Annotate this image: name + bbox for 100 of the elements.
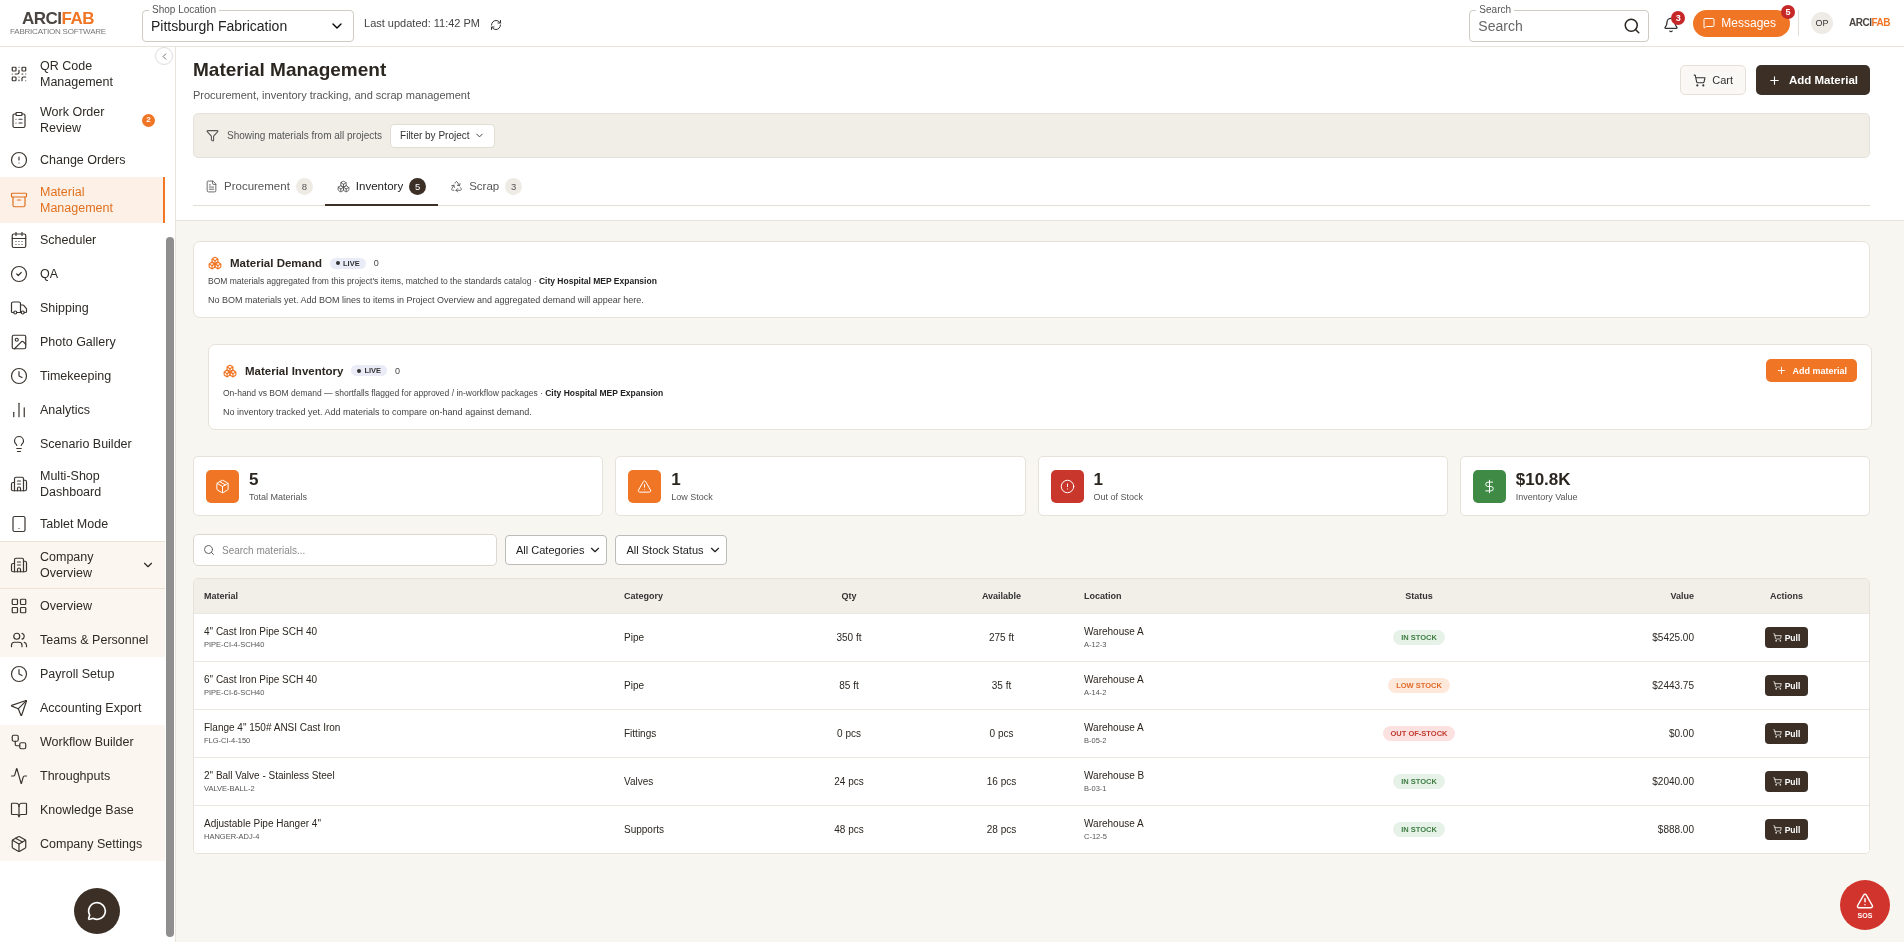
card-title: Material Inventory [245, 364, 344, 377]
sidebar-item[interactable]: Overview [0, 589, 165, 623]
boxes-icon [336, 179, 350, 193]
sidebar-item[interactable]: QR Code Management [0, 51, 165, 97]
stat-label: Low Stock [671, 492, 713, 502]
logo: ARCIFAB FABRICATION SOFTWARE [10, 10, 106, 36]
sidebar-item[interactable]: Scenario Builder [0, 427, 165, 461]
notifications-button[interactable]: 3 [1661, 11, 1686, 35]
stock-status-select[interactable]: All Stock Status [615, 535, 727, 565]
bell-icon [1663, 17, 1680, 33]
field-label: Shop Location [149, 4, 219, 16]
location-name: Warehouse A [1084, 818, 1144, 829]
book-icon [10, 801, 28, 819]
sidebar-item[interactable]: Change Orders [0, 143, 165, 177]
sidebar-item[interactable]: Tablet Mode [0, 507, 165, 541]
scrollbar[interactable] [166, 237, 174, 937]
tab[interactable]: Scrap 3 [438, 168, 535, 206]
sidebar-item[interactable]: Teams & Personnel [0, 623, 165, 657]
sidebar-item[interactable]: Payroll Setup [0, 657, 165, 691]
pull-button[interactable]: Pull [1764, 771, 1809, 792]
value-cell: $888.00 [1657, 824, 1694, 835]
empty-message: No inventory tracked yet. Add materials to compare on-hand against demand. [223, 407, 533, 417]
pull-button[interactable]: Pull [1764, 627, 1809, 648]
stat-value: 5 [249, 470, 260, 490]
stat-label: Total Materials [249, 492, 308, 502]
count-badge: 2 [142, 113, 155, 127]
clock-icon [10, 665, 28, 683]
available-cell: 16 pcs [986, 776, 1017, 787]
category-cell: Pipe [624, 632, 644, 643]
sidebar-item[interactable]: Analytics [0, 393, 165, 427]
cart-button[interactable]: Cart [1680, 65, 1746, 95]
column-header: Qty [840, 591, 858, 601]
sidebar-item[interactable]: Timekeeping [0, 359, 165, 393]
column-header: Actions [1769, 591, 1804, 601]
stat-label: Out of Stock [1093, 492, 1144, 502]
message-icon [1703, 17, 1716, 29]
value-cell: $2040.00 [1652, 776, 1694, 787]
qty-cell: 85 ft [839, 680, 859, 691]
sidebar-item[interactable]: Shipping [0, 291, 165, 325]
search-icon [203, 544, 215, 556]
sidebar-item[interactable]: Accounting Export [0, 691, 165, 725]
value-cell: $2443.75 [1652, 680, 1694, 691]
sidebar-item[interactable]: Multi-Shop Dashboard [0, 461, 165, 507]
building-icon [10, 556, 28, 574]
plus-icon [1768, 73, 1781, 87]
search-materials-field[interactable]: Search materials... [193, 534, 497, 566]
column-header: Available [980, 591, 1023, 601]
plus-icon [1776, 365, 1788, 376]
chat-button[interactable] [74, 888, 120, 934]
sidebar-item[interactable]: Company Settings [0, 827, 165, 861]
qty-cell: 48 pcs [834, 824, 864, 835]
user-avatar[interactable]: OP [1811, 12, 1834, 34]
cart-icon [1772, 777, 1782, 786]
card-title: Material Demand [230, 257, 323, 269]
calendar-icon [10, 231, 28, 249]
page-title: Material Management [193, 59, 388, 81]
sidebar-item[interactable]: Work Order Review 2 [0, 97, 165, 143]
box-icon [10, 835, 28, 853]
empty-message: No BOM materials yet. Add BOM lines to items in Project Overview and aggregated demand will appear here. [208, 295, 645, 305]
available-cell: 28 pcs [986, 824, 1017, 835]
card-count: 0 [395, 365, 401, 376]
recycle-icon [450, 179, 464, 193]
category-cell: Fittings [624, 728, 657, 739]
sidebar-item[interactable]: Throughputs [0, 759, 165, 793]
stat-value: 1 [671, 470, 682, 490]
sidebar-item[interactable]: Workflow Builder [0, 725, 165, 759]
filter-by-project-button[interactable]: Filter by Project [390, 123, 495, 148]
archive-icon [10, 191, 28, 209]
sidebar-item[interactable]: Scheduler [0, 223, 165, 257]
cart-icon [1772, 633, 1782, 642]
tablet-icon [10, 515, 28, 533]
pull-button[interactable]: Pull [1764, 675, 1809, 696]
pull-button[interactable]: Pull [1764, 819, 1809, 840]
tab[interactable]: Procurement 8 [193, 168, 325, 206]
available-cell: 0 pcs [989, 728, 1014, 739]
add-material-button[interactable]: Add Material [1756, 65, 1870, 95]
warning-icon [1856, 891, 1874, 910]
users-icon [10, 631, 28, 649]
column-header: Category [623, 591, 664, 601]
refresh-icon [490, 19, 502, 31]
material-name: Flange 4" 150# ANSI Cast Iron [204, 722, 341, 733]
last-updated: Last updated: 11:42 PM [364, 17, 480, 29]
value-cell: $5425.00 [1652, 632, 1694, 643]
pulse-icon [10, 767, 28, 785]
category-cell: Pipe [624, 680, 644, 691]
category-cell: Valves [624, 776, 654, 787]
location-name: Warehouse B [1084, 770, 1145, 781]
bar-chart-icon [10, 401, 28, 419]
sidebar-item[interactable]: Photo Gallery [0, 325, 165, 359]
qty-cell: 0 pcs [837, 728, 861, 739]
tab[interactable]: Inventory 5 [324, 168, 439, 206]
sidebar-item[interactable]: Company Overview [0, 542, 165, 588]
sidebar-item[interactable]: Knowledge Base [0, 793, 165, 827]
truck-icon [10, 299, 28, 317]
available-cell: 35 ft [991, 680, 1012, 691]
pull-button[interactable]: Pull [1764, 723, 1809, 744]
category-select[interactable]: All Categories [505, 535, 608, 565]
cart-icon [1772, 729, 1782, 738]
sidebar-item[interactable]: QA [0, 257, 165, 291]
card-description: On-hand vs BOM demand — shortfalls flagged for approved / in-workflow packages · City Hospital MEP Expansion [223, 388, 665, 398]
